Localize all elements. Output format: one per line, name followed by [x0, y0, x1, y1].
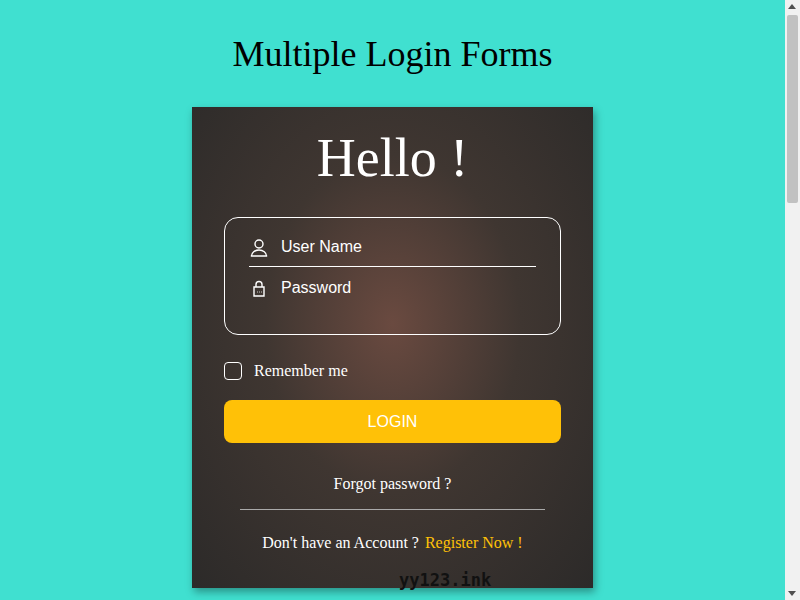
scroll-up-icon[interactable]	[788, 4, 796, 9]
remember-label[interactable]: Remember me	[254, 362, 348, 380]
fields-box	[224, 217, 561, 335]
remember-checkbox[interactable]	[224, 362, 242, 380]
user-icon	[249, 237, 269, 257]
signup-row: Don't have an Account ? Register Now !	[224, 533, 561, 553]
watermark: yy123.ink	[399, 570, 491, 590]
login-card: Hello ! Remember me LOGIN Forgot password ?…	[192, 107, 593, 588]
divider	[240, 509, 545, 510]
field-row	[249, 271, 536, 307]
login-button[interactable]: LOGIN	[224, 400, 561, 443]
signup-prompt: Don't have an Account ?	[262, 534, 419, 551]
remember-row[interactable]: Remember me	[224, 362, 561, 380]
register-link[interactable]: Register Now !	[425, 534, 523, 551]
field-row	[249, 230, 536, 267]
lock-icon	[249, 278, 269, 298]
password-input[interactable]	[281, 277, 536, 299]
username-input[interactable]	[281, 236, 536, 258]
page-title: Multiple Login Forms	[232, 33, 552, 75]
card-heading: Hello !	[224, 128, 561, 188]
scrollbar[interactable]	[785, 0, 800, 600]
forgot-password-link[interactable]: Forgot password ?	[224, 474, 561, 494]
scroll-thumb[interactable]	[787, 15, 798, 203]
scroll-down-icon[interactable]	[788, 591, 796, 596]
